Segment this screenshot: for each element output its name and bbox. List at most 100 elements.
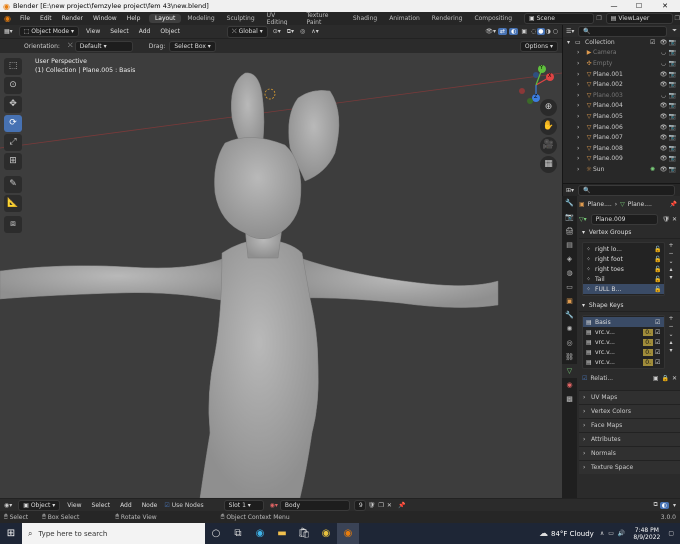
menu-render[interactable]: Render: [57, 15, 88, 22]
material-unlink-icon[interactable]: ✕: [387, 502, 392, 509]
expand-chevron-icon[interactable]: ›: [577, 102, 585, 109]
network-icon[interactable]: ▭: [608, 530, 614, 537]
3d-cursor[interactable]: [264, 88, 276, 100]
outliner-filter-icon[interactable]: ⏷: [672, 27, 677, 35]
tab-view-layer-icon[interactable]: ▤: [562, 238, 577, 252]
tab-output-icon[interactable]: 🖨: [562, 224, 577, 238]
notification-icon[interactable]: ▢: [668, 530, 674, 537]
shape-key-specials-icon[interactable]: ⌄: [668, 331, 673, 338]
visibility-icon[interactable]: 👁▾: [483, 28, 498, 35]
shape-key-mute-checkbox[interactable]: ☑: [655, 329, 664, 336]
visibility-eye-icon[interactable]: 👁: [659, 113, 668, 120]
material-name-field[interactable]: Body: [279, 499, 350, 511]
render-camera-icon[interactable]: 📷: [668, 60, 677, 67]
vertex-group-item[interactable]: ⁘ right foot 🔓: [583, 254, 664, 264]
vertex-groups-list[interactable]: ⁘ right lo... 🔓 ⁘ right foot 🔓 ⁘ right toes 🔓 ⁘ Ta…: [582, 242, 665, 296]
vertex-group-lock-icon[interactable]: 🔓: [654, 246, 664, 253]
rotate-tool-icon[interactable]: ⟳: [4, 115, 22, 132]
tab-rendering[interactable]: Rendering: [426, 14, 469, 23]
shape-key-edit-icon[interactable]: ▣: [653, 375, 659, 382]
vertex-group-lock-icon[interactable]: 🔓: [654, 276, 664, 283]
render-camera-icon[interactable]: 📷: [668, 92, 677, 99]
volume-icon[interactable]: 🔊: [618, 530, 625, 537]
gizmo-toggle-icon[interactable]: ⇄: [498, 28, 508, 35]
shape-key-item[interactable]: ▤ vrc.v... 0. ☑: [583, 357, 664, 367]
menu-edit[interactable]: Edit: [35, 15, 57, 22]
overlay-toggle-icon[interactable]: ◐: [509, 28, 519, 35]
chrome-icon[interactable]: ◉: [315, 523, 337, 544]
shading-material-icon[interactable]: ◑: [545, 28, 552, 35]
3d-viewport[interactable]: User Perspective (1) Collection | Plane.…: [0, 53, 562, 498]
breadcrumb-object[interactable]: Plane....: [588, 201, 612, 208]
move-tool-icon[interactable]: ✥: [4, 96, 22, 113]
transform-tool-icon[interactable]: ⊞: [4, 153, 22, 170]
shading-rendered-icon[interactable]: ○: [552, 28, 562, 35]
collapsed-panel-header[interactable]: › Face Maps: [579, 418, 680, 432]
relative-checkbox[interactable]: ☑: [582, 375, 587, 382]
render-camera-icon[interactable]: 📷: [668, 102, 677, 109]
material-copy-icon[interactable]: ❐: [379, 502, 384, 509]
material-users-count[interactable]: 9: [353, 499, 366, 511]
tab-sculpting[interactable]: Sculpting: [221, 14, 261, 23]
expand-chevron-icon[interactable]: ›: [577, 155, 585, 162]
vertex-group-lock-icon[interactable]: 🔓: [654, 256, 664, 263]
outliner-collection-row[interactable]: ▾ ▭ Collection ☑ 👁 📷: [563, 37, 680, 48]
render-camera-icon[interactable]: 📷: [668, 145, 677, 152]
collapsed-panel-header[interactable]: › Attributes: [579, 432, 680, 446]
tray-chevron-icon[interactable]: ∧: [600, 530, 604, 537]
tab-modifier-icon[interactable]: 🔧: [562, 308, 577, 322]
tab-world-icon[interactable]: ◍: [562, 266, 577, 280]
shape-key-mute-checkbox[interactable]: ☑: [655, 339, 664, 346]
render-camera-icon[interactable]: 📷: [668, 155, 677, 162]
material-browse-icon[interactable]: ◉▾: [270, 502, 278, 509]
snap-node-icon[interactable]: ⧉: [651, 501, 659, 509]
add-vertex-group-button[interactable]: +: [668, 242, 673, 249]
use-nodes-checkbox[interactable]: ☑: [164, 502, 169, 509]
shape-key-value[interactable]: 0.: [643, 328, 653, 336]
blender-menu-icon[interactable]: ◉: [0, 14, 15, 23]
tab-layout[interactable]: Layout: [148, 14, 182, 23]
viewport-menu-view[interactable]: View: [81, 28, 105, 35]
tab-render-icon[interactable]: 📷: [562, 210, 577, 224]
select-box-tool-icon[interactable]: ⬚: [4, 58, 22, 75]
render-camera-icon[interactable]: 📷: [668, 71, 677, 78]
viewport-menu-add[interactable]: Add: [134, 28, 156, 35]
outliner-row[interactable]: › ▽ Plane.007 👁 📷: [563, 132, 680, 143]
scene-selector[interactable]: ▣ Scene: [524, 13, 595, 24]
shape-key-up-icon[interactable]: ▴: [669, 339, 672, 346]
render-camera-icon[interactable]: 📷: [668, 166, 677, 173]
visibility-eye-icon[interactable]: ◡: [659, 60, 668, 67]
render-camera-icon[interactable]: 📷: [668, 124, 677, 131]
maximize-button[interactable]: ☐: [628, 0, 650, 12]
slot-dropdown[interactable]: Slot 1 ▾: [223, 499, 264, 511]
collection-visibility-icon[interactable]: 👁: [659, 39, 668, 46]
tab-mesh-data-icon[interactable]: ▽: [562, 364, 577, 378]
options-dropdown[interactable]: Options ▾: [519, 40, 558, 52]
weather-text[interactable]: 84°F Cloudy: [551, 530, 594, 538]
expand-chevron-icon[interactable]: ▾: [567, 39, 575, 46]
shading-solid-icon[interactable]: ●: [537, 28, 545, 35]
node-pin-icon[interactable]: 📌: [398, 502, 405, 509]
outliner-search-input[interactable]: 🔍: [578, 25, 668, 37]
remove-shape-key-button[interactable]: −: [668, 323, 673, 330]
snap-icon[interactable]: ⧉▾: [284, 28, 297, 36]
visibility-eye-icon[interactable]: 👁: [659, 166, 668, 173]
breadcrumb-mesh[interactable]: Plane....: [628, 201, 652, 208]
perspective-grid-icon[interactable]: ▦: [540, 156, 557, 173]
visibility-eye-icon[interactable]: ◡: [659, 49, 668, 56]
outliner-row[interactable]: › ▽ Plane.003 ◡ 📷: [563, 90, 680, 101]
editor-type-icon[interactable]: ▦▾: [0, 28, 17, 35]
visibility-eye-icon[interactable]: 👁: [659, 124, 668, 131]
shape-key-down-icon[interactable]: ▾: [669, 347, 672, 354]
outliner-row[interactable]: › ✣ Empty ◡ 📷: [563, 58, 680, 69]
viewport-menu-object[interactable]: Object: [155, 28, 185, 35]
tab-compositing[interactable]: Compositing: [468, 14, 518, 23]
view-layer-copy-icon[interactable]: ❐: [675, 15, 680, 22]
zoom-icon[interactable]: ⊕: [540, 99, 557, 116]
outliner-row[interactable]: › ☼ Sun ✺ 👁 📷: [563, 164, 680, 175]
tab-collection-icon[interactable]: ▭: [562, 280, 577, 294]
expand-chevron-icon[interactable]: ›: [577, 166, 585, 173]
blender-taskbar-icon[interactable]: ◉: [337, 523, 359, 544]
shape-key-item[interactable]: ▤ vrc.v... 0. ☑: [583, 337, 664, 347]
outliner-row[interactable]: › ▽ Plane.005 👁 📷: [563, 111, 680, 122]
